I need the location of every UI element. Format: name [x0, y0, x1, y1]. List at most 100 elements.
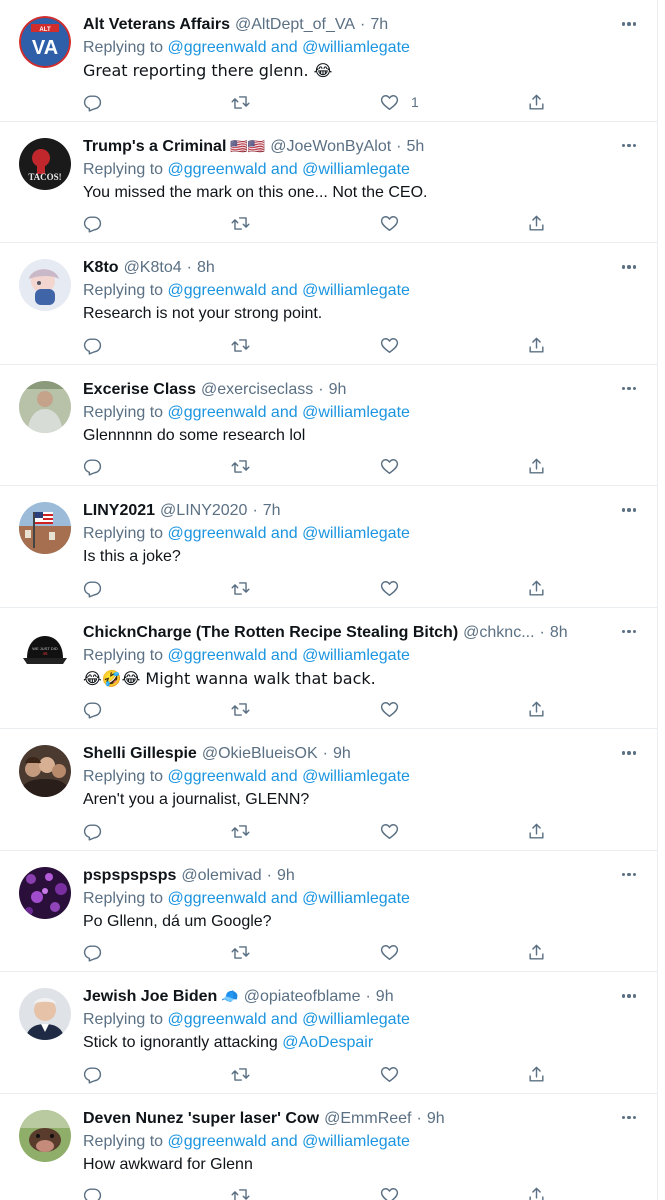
author-name[interactable]: K8to: [83, 257, 119, 279]
timestamp[interactable]: 9h: [277, 865, 295, 887]
timestamp[interactable]: 8h: [550, 622, 568, 644]
retweet-button[interactable]: [231, 943, 250, 963]
more-icon[interactable]: [619, 743, 639, 763]
author-name[interactable]: ChicknCharge (The Rotten Recipe Stealing…: [83, 622, 458, 644]
mention-link[interactable]: @ggreenwald: [168, 404, 267, 421]
like-button[interactable]: [380, 335, 399, 355]
author-name[interactable]: pspspspsps: [83, 865, 176, 887]
mention-link[interactable]: @ggreenwald: [168, 647, 267, 664]
author-handle[interactable]: @olemivad: [181, 865, 261, 887]
mention-link[interactable]: @williamlegate: [302, 1133, 410, 1150]
reply-button[interactable]: [83, 578, 102, 598]
tweet[interactable]: Jewish Joe Biden 🧢 @opiateofblame · 9h R…: [0, 972, 657, 1094]
like-button[interactable]: [380, 1186, 399, 1200]
share-button[interactable]: [527, 943, 546, 963]
tweet[interactable]: K8to @K8to4 · 8h Replying to @ggreenwald…: [0, 243, 657, 365]
tweet[interactable]: WE JUST DID 46 ChicknCharge (The Rotten R…: [0, 608, 657, 729]
share-button[interactable]: [527, 92, 546, 112]
more-icon[interactable]: [619, 379, 639, 399]
reply-button[interactable]: [83, 1064, 102, 1084]
mention-and[interactable]: and: [271, 404, 298, 421]
mention-link[interactable]: @ggreenwald: [168, 1133, 267, 1150]
author-name[interactable]: Excerise Class: [83, 379, 196, 401]
author-handle[interactable]: @OkieBlueisOK: [202, 743, 318, 765]
mention-link[interactable]: @williamlegate: [302, 161, 410, 178]
author-name[interactable]: Alt Veterans Affairs: [83, 14, 230, 36]
retweet-button[interactable]: [231, 1064, 250, 1084]
avatar[interactable]: ALT VA: [19, 16, 71, 68]
author-handle[interactable]: @chknc...: [463, 622, 534, 644]
mention-link[interactable]: @ggreenwald: [168, 890, 267, 907]
mention-link[interactable]: @williamlegate: [302, 404, 410, 421]
more-icon[interactable]: [619, 1108, 639, 1128]
share-button[interactable]: [527, 214, 546, 234]
timestamp[interactable]: 9h: [333, 743, 351, 765]
avatar[interactable]: [19, 259, 71, 311]
mention-link[interactable]: @williamlegate: [302, 39, 410, 56]
timestamp[interactable]: 9h: [376, 986, 394, 1008]
timestamp[interactable]: 8h: [197, 257, 215, 279]
mention-link[interactable]: @ggreenwald: [168, 525, 267, 542]
mention-link[interactable]: @williamlegate: [302, 282, 410, 299]
author-name[interactable]: Shelli Gillespie: [83, 743, 197, 765]
more-icon[interactable]: [619, 500, 639, 520]
mention-link[interactable]: @williamlegate: [302, 890, 410, 907]
author-handle[interactable]: @EmmReef: [324, 1108, 411, 1130]
reply-button[interactable]: [83, 214, 102, 234]
like-button[interactable]: [380, 578, 399, 598]
author-handle[interactable]: @LINY2020: [160, 500, 247, 522]
share-button[interactable]: [527, 1186, 546, 1200]
timestamp[interactable]: 9h: [427, 1108, 445, 1130]
tweet[interactable]: pspspspsps @olemivad · 9h Replying to @g…: [0, 851, 657, 972]
mention-and[interactable]: and: [271, 647, 298, 664]
more-icon[interactable]: [619, 865, 639, 885]
avatar[interactable]: [19, 1109, 71, 1162]
mention-link[interactable]: @williamlegate: [302, 1011, 410, 1028]
mention-and[interactable]: and: [271, 1133, 298, 1150]
mention-link[interactable]: @ggreenwald: [168, 39, 267, 56]
timestamp[interactable]: 7h: [370, 14, 388, 36]
mention-and[interactable]: and: [271, 525, 298, 542]
like-button[interactable]: [380, 214, 399, 234]
retweet-button[interactable]: [231, 92, 250, 112]
avatar[interactable]: TACOS!: [19, 137, 71, 190]
share-button[interactable]: [527, 578, 546, 598]
retweet-button[interactable]: [231, 214, 250, 234]
mention-and[interactable]: and: [271, 161, 298, 178]
like-button[interactable]: [380, 700, 399, 720]
mention-link[interactable]: @ggreenwald: [168, 1011, 267, 1028]
tweet[interactable]: TACOS! Trump's a Criminal 🇺🇸🇺🇸 @JoeWonBy…: [0, 122, 657, 243]
mention-and[interactable]: and: [271, 768, 298, 785]
mention-and[interactable]: and: [271, 39, 298, 56]
mention-link[interactable]: @ggreenwald: [168, 282, 267, 299]
timestamp[interactable]: 5h: [407, 136, 425, 158]
author-name[interactable]: LINY2021: [83, 500, 155, 522]
mention-and[interactable]: and: [271, 1011, 298, 1028]
mention-link[interactable]: @williamlegate: [302, 525, 410, 542]
share-button[interactable]: [527, 1064, 546, 1084]
like-button[interactable]: [380, 1064, 399, 1084]
retweet-button[interactable]: [231, 578, 250, 598]
avatar[interactable]: [19, 380, 71, 433]
author-handle[interactable]: @K8to4: [124, 257, 182, 279]
mention-link[interactable]: @williamlegate: [302, 768, 410, 785]
reply-button[interactable]: [83, 92, 102, 112]
author-handle[interactable]: @JoeWonByAlot: [270, 136, 391, 158]
avatar[interactable]: [19, 866, 71, 919]
tweet[interactable]: ALT VA Alt Veterans Affairs @AltDept_of_V…: [0, 0, 657, 122]
share-button[interactable]: [527, 457, 546, 477]
avatar[interactable]: [19, 745, 71, 797]
tweet[interactable]: Deven Nunez 'super laser' Cow @EmmReef ·…: [0, 1094, 657, 1200]
retweet-button[interactable]: [231, 821, 250, 841]
retweet-button[interactable]: [231, 1186, 250, 1200]
author-handle[interactable]: @exerciseclass: [201, 379, 313, 401]
avatar[interactable]: [19, 988, 71, 1040]
more-icon[interactable]: [619, 257, 639, 277]
avatar[interactable]: [19, 502, 71, 554]
retweet-button[interactable]: [231, 335, 250, 355]
more-icon[interactable]: [619, 14, 639, 34]
reply-button[interactable]: [83, 1186, 102, 1200]
mention-link[interactable]: @williamlegate: [302, 647, 410, 664]
author-name[interactable]: Trump's a Criminal: [83, 136, 226, 158]
like-button[interactable]: [380, 943, 399, 963]
